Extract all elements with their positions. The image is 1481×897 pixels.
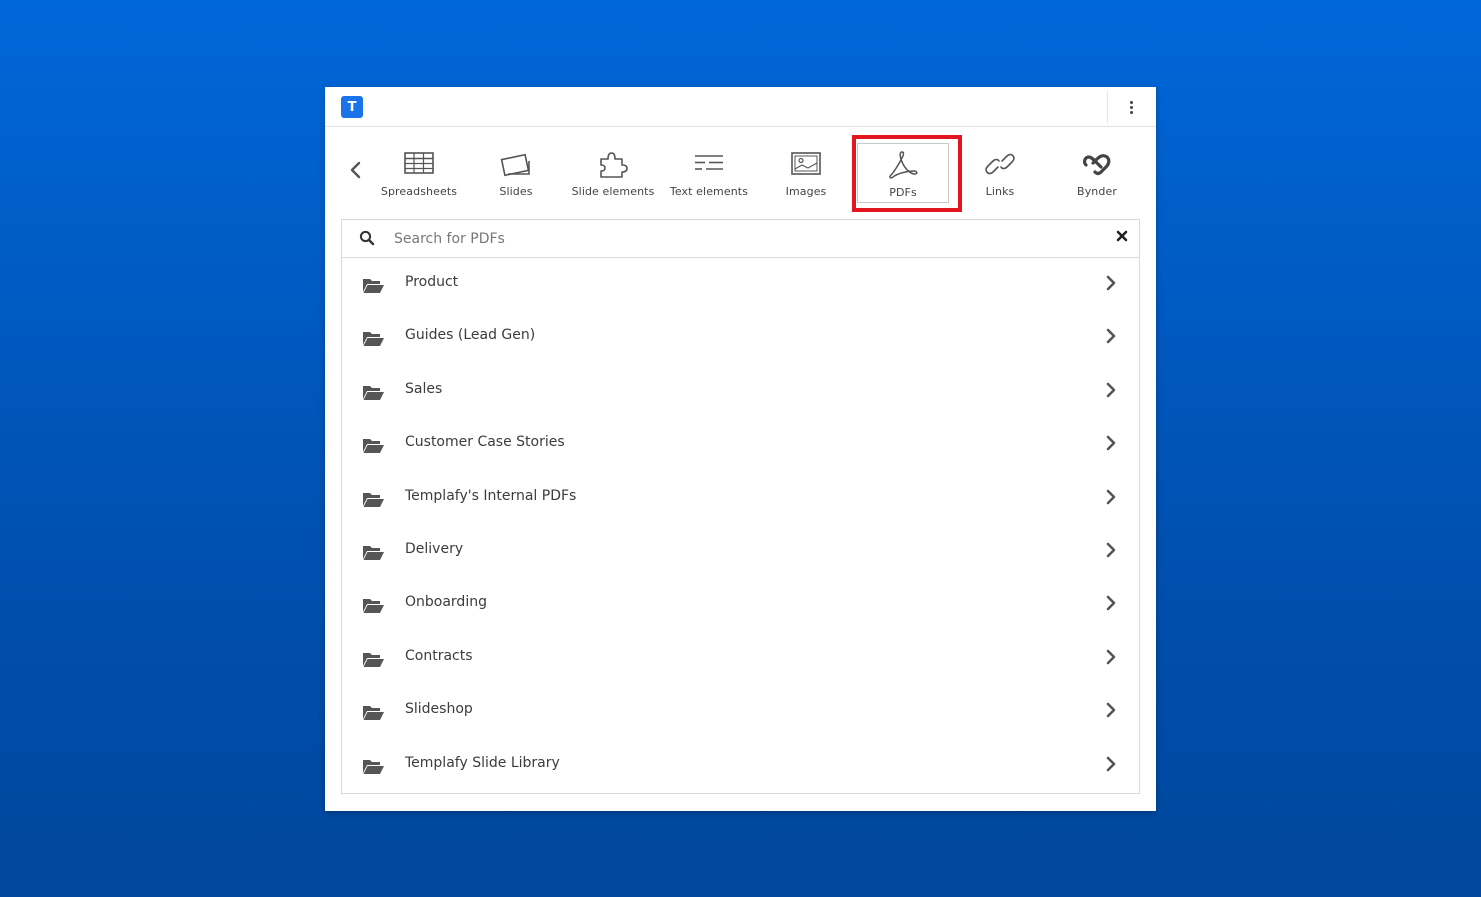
folder-row-internal-pdfs[interactable]: Templafy's Internal PDFs <box>342 472 1139 525</box>
chevron-right-icon <box>1106 649 1116 665</box>
folder-open-icon <box>363 385 384 400</box>
folder-open-icon <box>363 759 384 774</box>
folder-name: Product <box>405 274 459 290</box>
folder-open-icon <box>363 439 384 454</box>
category-label: PDFs <box>889 186 917 199</box>
divider <box>1107 91 1108 123</box>
folder-open-icon <box>363 492 384 507</box>
category-label: Links <box>985 185 1015 198</box>
category-label: Spreadsheets <box>380 185 458 198</box>
folder-row-sales[interactable]: Sales <box>342 365 1139 418</box>
templafy-panel: T Spreadsheets Slides Slide elements Tex… <box>325 87 1156 811</box>
folder-name: Templafy's Internal PDFs <box>405 487 577 504</box>
folder-name: Customer Case Stories <box>405 434 565 451</box>
folder-row-customer-case-stories[interactable]: Customer Case Stories <box>342 418 1139 471</box>
chevron-right-icon <box>1106 756 1116 771</box>
folder-open-icon <box>363 545 384 560</box>
search-input[interactable] <box>394 227 1094 251</box>
category-label: Slide elements <box>571 185 655 198</box>
folder-row-contracts[interactable]: Contracts <box>342 632 1139 685</box>
chevron-right-icon <box>1106 382 1116 398</box>
category-spreadsheets[interactable]: Spreadsheets <box>373 143 465 203</box>
puzzle-icon <box>600 152 628 178</box>
category-text-elements[interactable]: Text elements <box>663 143 755 203</box>
folder-name: Templafy Slide Library <box>405 754 560 771</box>
folder-name: Delivery <box>405 540 464 557</box>
search-bar <box>342 220 1139 258</box>
more-options-icon[interactable] <box>1121 97 1141 117</box>
folder-row-delivery[interactable]: Delivery <box>342 525 1139 578</box>
chevron-left-icon[interactable] <box>347 159 365 181</box>
category-label: Slides <box>499 185 533 198</box>
chevron-right-icon <box>1106 489 1116 504</box>
folder-list: Product Guides (Lead Gen) Sales Customer… <box>342 258 1139 792</box>
search-icon <box>359 230 375 246</box>
pdf-browser: Product Guides (Lead Gen) Sales Customer… <box>341 219 1140 794</box>
chevron-right-icon <box>1106 542 1116 558</box>
bynder-icon <box>1082 154 1111 176</box>
category-bynder[interactable]: Bynder <box>1051 143 1143 203</box>
folder-row-product[interactable]: Product <box>342 258 1139 311</box>
chevron-right-icon <box>1106 702 1116 718</box>
chevron-right-icon <box>1106 435 1116 451</box>
folder-open-icon <box>363 599 384 614</box>
chevron-right-icon <box>1106 275 1116 291</box>
spreadsheet-icon <box>404 152 434 174</box>
close-icon[interactable] <box>1114 228 1130 244</box>
link-icon <box>985 153 1015 175</box>
category-links[interactable]: Links <box>954 143 1046 203</box>
folder-name: Sales <box>405 380 443 397</box>
category-slide-elements[interactable]: Slide elements <box>567 143 659 203</box>
chevron-right-icon <box>1106 329 1116 344</box>
folder-row-slide-library[interactable]: Templafy Slide Library <box>342 739 1139 792</box>
category-pdfs[interactable]: PDFs <box>857 143 949 203</box>
folder-open-icon <box>363 706 384 721</box>
category-label: Images <box>785 185 827 198</box>
pdf-icon <box>889 151 918 179</box>
text-lines-icon <box>695 155 723 170</box>
folder-row-onboarding[interactable]: Onboarding <box>342 578 1139 631</box>
top-bar: T <box>325 87 1156 127</box>
folder-open-icon <box>363 279 384 293</box>
chevron-right-icon <box>1106 596 1116 611</box>
category-label: Bynder <box>1077 185 1117 198</box>
folder-name: Slideshop <box>405 701 473 718</box>
image-icon <box>791 152 821 175</box>
folder-name: Contracts <box>405 647 473 664</box>
category-slides[interactable]: Slides <box>470 143 562 203</box>
slides-icon <box>500 153 530 177</box>
folder-row-guides[interactable]: Guides (Lead Gen) <box>342 311 1139 364</box>
templafy-logo: T <box>341 96 363 118</box>
category-label: Text elements <box>669 185 749 198</box>
folder-open-icon <box>363 332 384 347</box>
folder-name: Guides (Lead Gen) <box>405 327 536 344</box>
category-images[interactable]: Images <box>760 143 852 203</box>
folder-row-slideshop[interactable]: Slideshop <box>342 685 1139 738</box>
folder-open-icon <box>363 652 384 667</box>
folder-name: Onboarding <box>405 594 487 611</box>
